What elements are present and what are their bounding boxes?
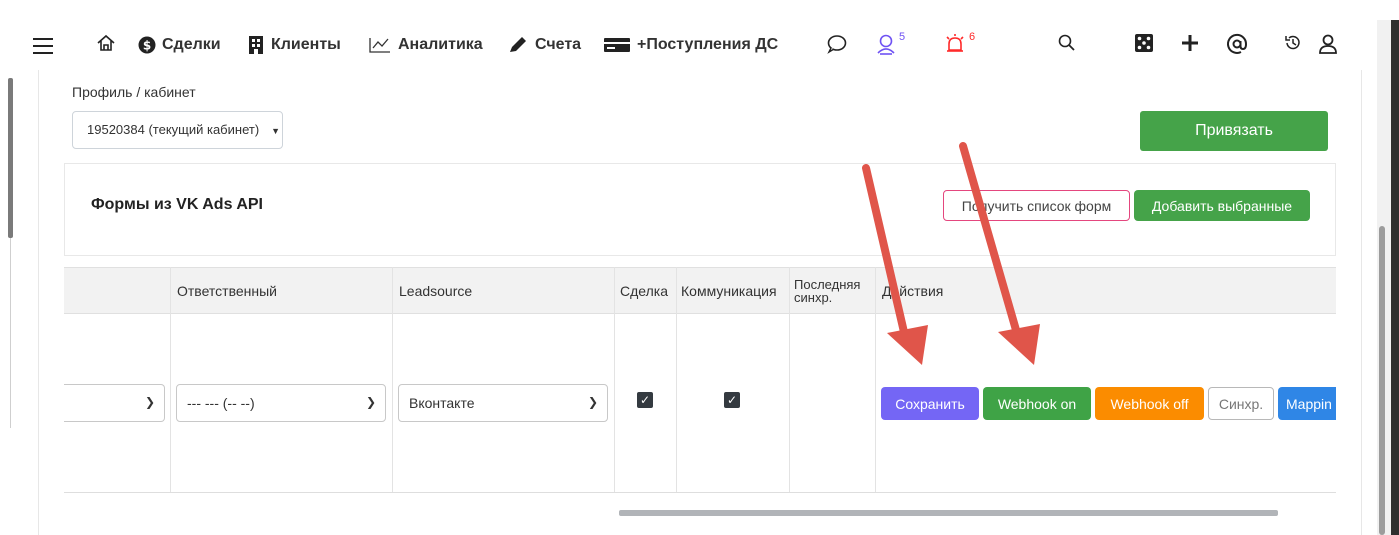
get-forms-list-button[interactable]: Получить список форм xyxy=(943,190,1130,221)
nav-deals[interactable]: $ Сделки xyxy=(138,33,221,57)
profile-select[interactable]: 19520384 (текущий кабинет) ▼ xyxy=(72,111,283,149)
nav-payments[interactable]: +Поступления ДС xyxy=(603,33,778,57)
th-leadsource: Leadsource xyxy=(399,282,473,299)
column-divider xyxy=(392,267,393,493)
dollar-circle-icon: $ xyxy=(138,36,156,54)
add-selected-button[interactable]: Добавить выбранные xyxy=(1134,190,1310,221)
webhook-off-button[interactable]: Webhook off xyxy=(1095,387,1204,420)
th-deal: Сделка xyxy=(620,282,668,299)
svg-text:$: $ xyxy=(143,39,151,53)
contacts-badge: 5 xyxy=(899,31,906,43)
th-responsible: Ответственный xyxy=(177,282,277,299)
plus-icon[interactable] xyxy=(1180,33,1200,57)
left-scrollbar[interactable] xyxy=(8,78,13,238)
responsible-select[interactable]: --- --- (-- --) ❯ xyxy=(176,384,386,422)
save-button[interactable]: Сохранить xyxy=(881,387,979,420)
top-navbar: $ Сделки Клиенты Аналитика Счета +Поступ… xyxy=(0,0,1399,80)
at-sign-icon[interactable] xyxy=(1226,33,1248,57)
nav-clients-label: Клиенты xyxy=(271,36,341,53)
nav-clients[interactable]: Клиенты xyxy=(247,33,341,57)
row-divider xyxy=(64,492,1336,493)
mapping-button[interactable]: Mappin xyxy=(1278,387,1336,420)
th-communication: Коммуникация xyxy=(681,282,777,299)
nav-analytics[interactable]: Аналитика xyxy=(368,33,483,57)
column-divider xyxy=(676,267,677,493)
profile-label: Профиль / кабинет xyxy=(72,84,196,100)
form-select[interactable]: ❯ xyxy=(64,384,165,422)
responsible-value: --- --- (-- --) xyxy=(187,395,255,411)
bind-button[interactable]: Привязать xyxy=(1140,111,1328,151)
nav-invoices-label: Счета xyxy=(535,36,582,53)
nav-analytics-label: Аналитика xyxy=(398,36,483,53)
nav-invoices[interactable]: Счета xyxy=(507,33,581,57)
leadsource-select[interactable]: Вконтакте ❯ xyxy=(398,384,608,422)
column-divider xyxy=(789,267,790,493)
chevron-down-icon: ❯ xyxy=(144,395,155,409)
user-circle-icon xyxy=(876,33,896,61)
nav-payments-label: +Поступления ДС xyxy=(637,36,779,53)
window-edge xyxy=(1391,20,1399,535)
user-profile-icon[interactable] xyxy=(1318,33,1338,57)
home-icon[interactable] xyxy=(96,33,116,57)
column-divider xyxy=(875,267,876,493)
alarm-bell-icon xyxy=(944,33,966,61)
contacts-notification[interactable]: 5 xyxy=(876,31,906,57)
sync-button[interactable]: Синхр. xyxy=(1208,387,1274,420)
chevron-down-icon: ❯ xyxy=(587,395,598,409)
nav-deals-label: Сделки xyxy=(162,36,221,53)
building-icon xyxy=(247,35,265,55)
horizontal-scrollbar[interactable] xyxy=(619,510,1278,516)
hamburger-menu-icon[interactable] xyxy=(33,38,53,54)
leadsource-value: Вконтакте xyxy=(409,395,475,411)
th-last-sync: Последняя синхр. xyxy=(794,276,861,305)
chart-icon xyxy=(368,36,392,54)
communication-checkbox[interactable]: ✓ xyxy=(724,392,740,408)
history-icon[interactable] xyxy=(1283,33,1303,57)
chat-icon[interactable] xyxy=(826,33,848,57)
deal-checkbox[interactable]: ✓ xyxy=(637,392,653,408)
column-divider xyxy=(614,267,615,493)
left-divider xyxy=(10,238,11,428)
dice-icon[interactable] xyxy=(1134,33,1154,57)
right-scrollbar-thumb[interactable] xyxy=(1379,226,1385,535)
th-actions: Действия xyxy=(882,282,944,299)
alerts-badge: 6 xyxy=(969,31,976,43)
caret-down-icon: ▼ xyxy=(269,126,280,136)
search-icon[interactable] xyxy=(1057,33,1077,57)
pencil-icon xyxy=(507,35,529,55)
alerts-notification[interactable]: 6 xyxy=(944,31,976,57)
column-divider xyxy=(170,267,171,493)
profile-select-value: 19520384 (текущий кабинет) xyxy=(87,122,260,137)
forms-title: Формы из VK Ads API xyxy=(91,196,263,213)
chevron-down-icon: ❯ xyxy=(365,395,376,409)
card-icon xyxy=(603,36,631,54)
webhook-on-button[interactable]: Webhook on xyxy=(983,387,1091,420)
